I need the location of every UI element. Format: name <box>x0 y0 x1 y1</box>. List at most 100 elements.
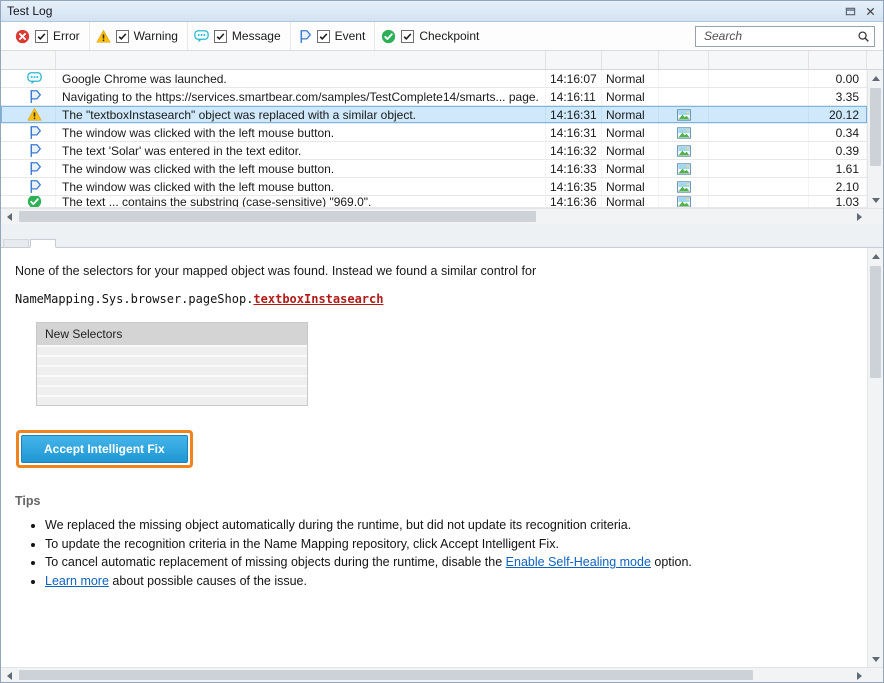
column-header[interactable] <box>809 51 867 69</box>
scroll-left-button[interactable] <box>1 209 17 225</box>
scrollbar-thumb[interactable] <box>870 266 881 378</box>
row-has-picture-cell <box>659 178 709 195</box>
row-time: 14:16:07 <box>546 70 602 87</box>
row-type-cell <box>1 88 56 105</box>
filter-checkbox[interactable] <box>401 30 414 43</box>
arrow-up-icon <box>872 254 880 259</box>
column-header[interactable] <box>1 51 56 69</box>
row-time: 14:16:35 <box>546 178 602 195</box>
filter-label: Message <box>232 29 281 43</box>
filter-checkbox[interactable] <box>317 30 330 43</box>
checkpoint-icon <box>27 196 42 207</box>
close-icon[interactable] <box>863 4 877 18</box>
search-box[interactable] <box>695 26 875 47</box>
log-vertical-scrollbar[interactable] <box>867 70 883 208</box>
details-tab[interactable] <box>30 239 56 248</box>
column-header[interactable] <box>709 51 809 69</box>
picture-thumbnail-icon <box>677 196 691 207</box>
log-filter[interactable]: Event <box>291 22 376 50</box>
message-icon <box>194 29 209 44</box>
float-window-icon[interactable] <box>843 4 857 18</box>
scrollbar-thumb[interactable] <box>870 88 881 166</box>
scrollbar-track[interactable] <box>17 209 851 224</box>
column-header[interactable] <box>659 51 709 69</box>
filter-checkbox[interactable] <box>116 30 129 43</box>
filter-checkbox[interactable] <box>214 30 227 43</box>
tip-link[interactable]: Learn more <box>45 574 109 588</box>
row-type-cell <box>1 160 56 177</box>
scrollbar-track[interactable] <box>17 668 851 682</box>
log-grid-rows: Google Chrome was launched. 14:16:07 Nor… <box>1 70 867 208</box>
details-tab[interactable] <box>3 239 29 247</box>
row-time-diff: 0.00 <box>809 70 867 87</box>
new-selectors-table: New Selectors <box>36 322 308 406</box>
log-row[interactable]: The window was clicked with the left mou… <box>1 160 867 178</box>
scroll-right-button[interactable] <box>851 668 867 683</box>
row-type-icon <box>27 196 42 207</box>
window-title: Test Log <box>7 4 52 18</box>
search-input[interactable] <box>702 28 857 44</box>
details-vertical-scrollbar[interactable] <box>867 248 883 667</box>
column-header[interactable] <box>56 51 546 69</box>
log-row[interactable]: Navigating to the https://services.smart… <box>1 88 867 106</box>
arrow-left-icon <box>7 213 12 221</box>
scroll-down-button[interactable] <box>868 192 883 208</box>
log-row[interactable]: Google Chrome was launched. 14:16:07 Nor… <box>1 70 867 88</box>
filter-label: Warning <box>134 29 178 43</box>
row-link <box>709 88 809 105</box>
scroll-left-button[interactable] <box>1 668 17 683</box>
tips-heading: Tips <box>15 494 851 508</box>
row-has-picture-cell <box>659 196 709 207</box>
log-row[interactable]: The window was clicked with the left mou… <box>1 178 867 196</box>
picture-thumbnail-icon <box>677 181 691 193</box>
row-link <box>709 196 809 207</box>
tip-link[interactable]: Enable Self-Healing mode <box>506 555 651 569</box>
row-type-cell <box>1 142 56 159</box>
log-filter[interactable]: Message <box>188 22 291 50</box>
row-link <box>709 124 809 141</box>
row-time: 14:16:31 <box>546 124 602 141</box>
details-panel: None of the selectors for your mapped ob… <box>1 248 883 667</box>
row-type-icon <box>27 125 42 140</box>
column-header[interactable] <box>602 51 659 69</box>
event-icon <box>297 29 312 44</box>
event-icon <box>27 179 42 194</box>
error-icon <box>15 29 30 44</box>
row-time: 14:16:31 <box>546 106 602 123</box>
log-filter[interactable]: Warning <box>90 22 188 50</box>
log-row[interactable]: The text 'Solar' was entered in the text… <box>1 142 867 160</box>
row-link <box>709 70 809 87</box>
details-intro: None of the selectors for your mapped ob… <box>15 264 851 278</box>
tip-text: To cancel automatic replacement of missi… <box>45 555 506 569</box>
scroll-right-button[interactable] <box>851 209 867 225</box>
row-priority: Normal <box>602 196 659 207</box>
row-message: The text 'Solar' was entered in the text… <box>56 142 546 159</box>
filter-label: Event <box>335 29 366 43</box>
intelligent-fix-highlight-ring: Accept Intelligent Fix <box>16 430 193 468</box>
log-row[interactable]: The "textboxInstasearch" object was repl… <box>1 106 867 124</box>
scrollbar-thumb[interactable] <box>19 670 753 680</box>
scrollbar-track[interactable] <box>868 86 883 192</box>
filter-checkbox[interactable] <box>35 30 48 43</box>
log-filter[interactable]: Checkpoint <box>375 22 488 50</box>
scrollbar-track[interactable] <box>868 264 883 651</box>
scrollbar-thumb[interactable] <box>19 211 536 222</box>
log-row[interactable]: The text ... contains the substring (cas… <box>1 196 867 208</box>
log-row[interactable]: The window was clicked with the left mou… <box>1 124 867 142</box>
search-icon[interactable] <box>857 30 870 43</box>
mapped-object-link[interactable]: textboxInstasearch <box>253 292 383 306</box>
scroll-up-button[interactable] <box>868 248 883 264</box>
log-horizontal-scrollbar[interactable] <box>1 208 883 224</box>
row-priority: Normal <box>602 142 659 159</box>
selector-row <box>37 357 307 367</box>
row-message: The window was clicked with the left mou… <box>56 124 546 141</box>
arrow-right-icon <box>857 672 862 680</box>
scroll-up-button[interactable] <box>868 70 883 86</box>
scroll-down-button[interactable] <box>868 651 883 667</box>
details-horizontal-scrollbar[interactable] <box>1 667 883 682</box>
log-filter[interactable]: Error <box>9 22 90 50</box>
accept-intelligent-fix-button[interactable]: Accept Intelligent Fix <box>21 435 188 463</box>
column-header[interactable] <box>546 51 602 69</box>
arrow-down-icon <box>872 657 880 662</box>
row-type-icon <box>27 89 42 104</box>
